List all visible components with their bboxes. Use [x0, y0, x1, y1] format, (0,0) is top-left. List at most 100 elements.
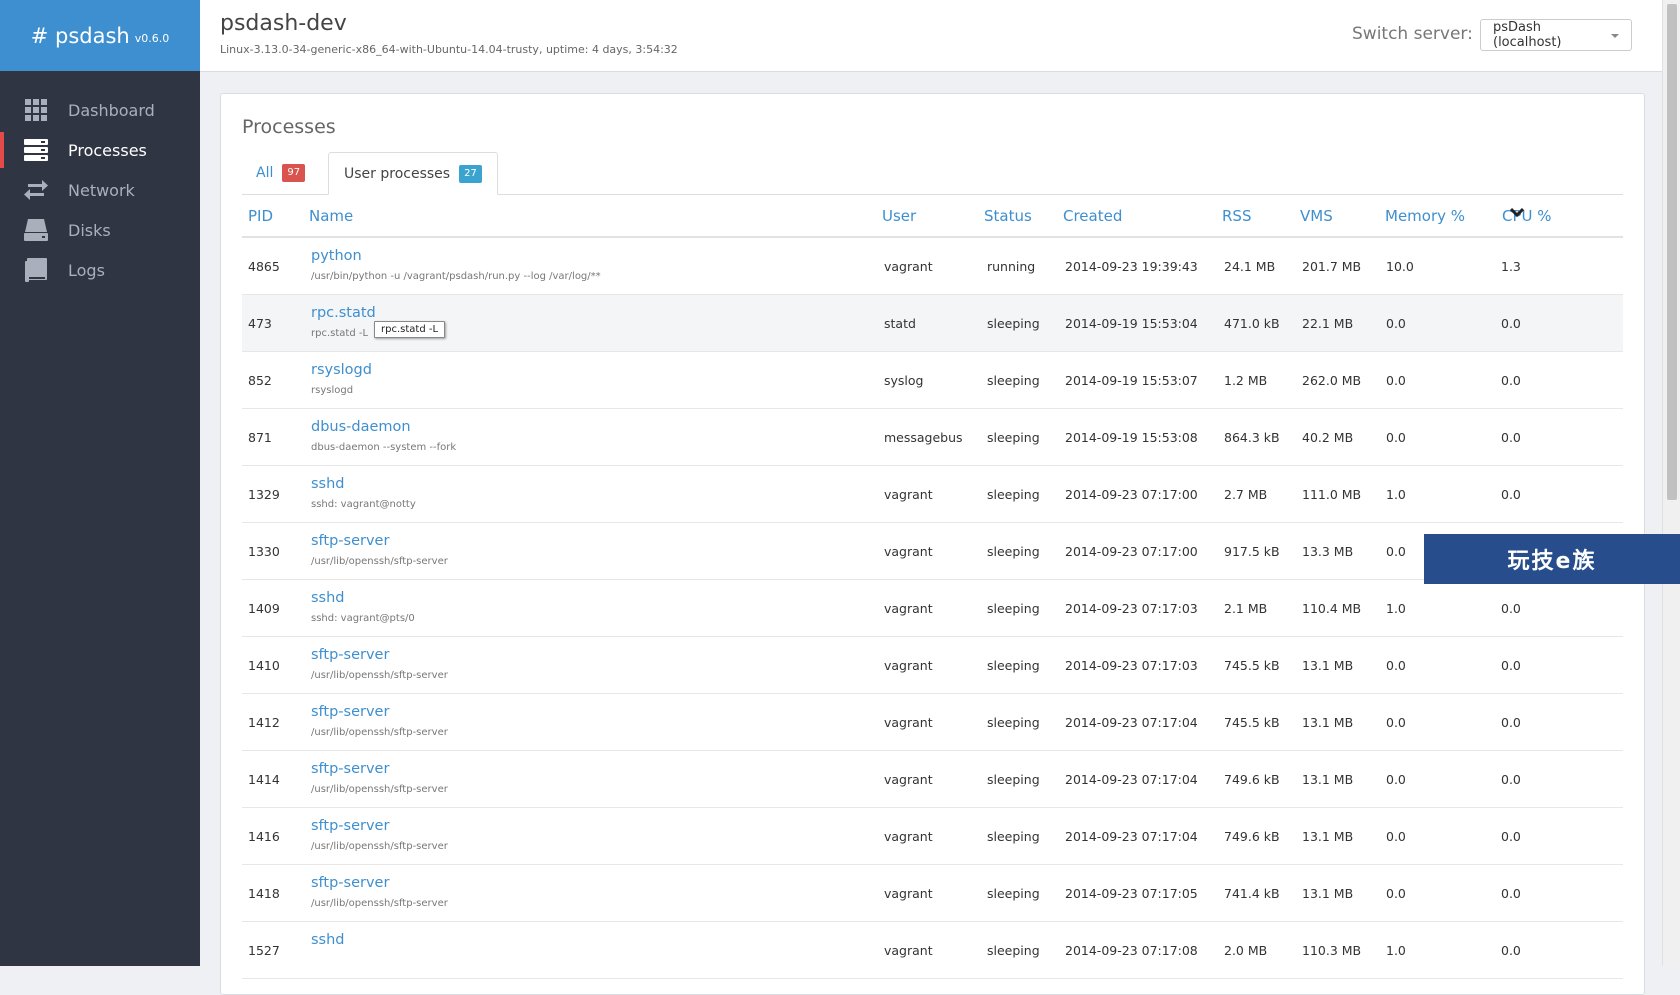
table-row: 1416 sftp-server/usr/lib/openssh/sftp-ser…: [242, 808, 1623, 865]
memory-cell: 1.0: [1386, 601, 1406, 616]
table-row: 1410 sftp-server/usr/lib/openssh/sftp-ser…: [242, 637, 1623, 694]
process-name-link[interactable]: sftp-server: [311, 875, 389, 891]
process-table: PID Name User Status Created RSS VMS Mem…: [242, 194, 1623, 979]
process-name-link[interactable]: dbus-daemon: [311, 419, 411, 435]
rss-cell: 864.3 kB: [1224, 430, 1280, 445]
created-cell: 2014-09-23 07:17:05: [1065, 886, 1198, 901]
column-header-created[interactable]: Created: [1063, 207, 1122, 225]
status-cell: sleeping: [987, 544, 1040, 559]
tab-label: All: [256, 165, 274, 181]
table-row: 871 dbus-daemon dbus-daemon --system --for…: [242, 409, 1623, 466]
vms-cell: 13.1 MB: [1302, 772, 1354, 787]
rss-cell: 1.2 MB: [1224, 373, 1268, 388]
rss-cell: 741.4 kB: [1224, 886, 1280, 901]
user-cell: vagrant: [884, 259, 933, 274]
table-row: 1330 sftp-server/usr/lib/openssh/sftp-ser…: [242, 523, 1623, 580]
process-cmdline: /usr/lib/openssh/sftp-server: [311, 841, 448, 852]
sidebar-item-processes[interactable]: Processes: [0, 130, 200, 170]
process-name-link[interactable]: sshd: [311, 476, 345, 492]
page-scrollbar[interactable]: [1662, 0, 1680, 966]
table-row: 1409 sshd sshd: vagrant@pts/0 vagrant sleepi…: [242, 580, 1623, 637]
sidebar-item-label: Network: [68, 180, 135, 200]
memory-cell: 0.0: [1386, 886, 1406, 901]
process-cmdline: rpc.statd -L: [311, 328, 369, 339]
memory-cell: 0.0: [1386, 544, 1406, 559]
tab-all[interactable]: All 97: [242, 152, 319, 194]
sidebar-nav: Dashboard Processes Network Disks Logs: [0, 71, 200, 290]
table-row: 1412 sftp-server/usr/lib/openssh/sftp-ser…: [242, 694, 1623, 751]
system-info: Linux-3.13.0-34-generic-x86_64-with-Ubun…: [220, 43, 678, 56]
scrollbar-thumb[interactable]: [1667, 4, 1677, 500]
exchange-arrows-icon: [24, 179, 48, 201]
rss-cell: 745.5 kB: [1224, 715, 1280, 730]
process-name-link[interactable]: sshd: [311, 590, 345, 606]
vms-cell: 13.1 MB: [1302, 658, 1354, 673]
vms-cell: 22.1 MB: [1302, 316, 1354, 331]
process-cmdline: sshd: vagrant@pts/0: [311, 613, 415, 624]
column-header-rss[interactable]: RSS: [1222, 207, 1251, 225]
host-title: psdash-dev: [220, 11, 347, 36]
panel-title: Processes: [242, 116, 336, 138]
sidebar-item-network[interactable]: Network: [0, 170, 200, 210]
process-cmdline: rsyslogd: [311, 385, 354, 396]
process-name-link[interactable]: sftp-server: [311, 704, 389, 720]
sort-desc-icon[interactable]: [1509, 204, 1525, 222]
status-cell: running: [987, 259, 1036, 274]
vms-cell: 110.4 MB: [1302, 601, 1362, 616]
created-cell: 2014-09-23 07:17:03: [1065, 658, 1198, 673]
cpu-cell: 0.0: [1501, 487, 1521, 502]
memory-cell: 0.0: [1386, 772, 1406, 787]
server-select[interactable]: psDash (localhost): [1480, 19, 1632, 51]
memory-cell: 0.0: [1386, 715, 1406, 730]
process-name-link[interactable]: sftp-server: [311, 533, 389, 549]
process-name-link[interactable]: sftp-server: [311, 818, 389, 834]
table-header: PID Name User Status Created RSS VMS Mem…: [242, 194, 1623, 238]
process-name-link[interactable]: sftp-server: [311, 647, 389, 663]
sidebar-item-disks[interactable]: Disks: [0, 210, 200, 250]
column-header-pid[interactable]: PID: [248, 207, 273, 225]
column-header-memory[interactable]: Memory %: [1385, 207, 1465, 225]
process-name-link[interactable]: sftp-server: [311, 761, 389, 777]
pid-cell: 1414: [248, 772, 280, 787]
hard-drive-icon: [24, 219, 48, 241]
watermark-logo: 玩技e族: [1424, 534, 1680, 584]
process-cmdline: /usr/bin/python -u /vagrant/psdash/run.p…: [311, 271, 601, 282]
tab-user-processes[interactable]: User processes 27: [328, 152, 498, 195]
user-cell: vagrant: [884, 772, 933, 787]
user-cell: messagebus: [884, 430, 963, 445]
column-header-vms[interactable]: VMS: [1300, 207, 1333, 225]
pid-cell: 473: [248, 316, 272, 331]
cpu-cell: 0.0: [1501, 601, 1521, 616]
column-header-user[interactable]: User: [882, 207, 916, 225]
count-badge: 27: [459, 164, 482, 183]
pid-cell: 1330: [248, 544, 280, 559]
process-name-link[interactable]: rsyslogd: [311, 362, 372, 378]
pid-cell: 1412: [248, 715, 280, 730]
status-cell: sleeping: [987, 886, 1040, 901]
sidebar-item-dashboard[interactable]: Dashboard: [0, 90, 200, 130]
rss-cell: 2.1 MB: [1224, 601, 1268, 616]
process-name-link[interactable]: sshd: [311, 932, 345, 948]
status-cell: sleeping: [987, 829, 1040, 844]
sidebar-item-logs[interactable]: Logs: [0, 250, 200, 290]
cpu-cell: 0.0: [1501, 772, 1521, 787]
status-cell: sleeping: [987, 658, 1040, 673]
process-name-link[interactable]: python: [311, 248, 362, 264]
brand-logo[interactable]: # psdash v0.6.0: [0, 0, 200, 71]
rss-cell: 2.0 MB: [1224, 943, 1268, 958]
brand-version: v0.6.0: [134, 31, 170, 45]
switch-server-label: Switch server:: [1352, 24, 1473, 44]
process-name-link[interactable]: rpc.statd: [311, 305, 376, 321]
status-cell: sleeping: [987, 487, 1040, 502]
sidebar-item-label: Processes: [68, 140, 147, 160]
rss-cell: 24.1 MB: [1224, 259, 1276, 274]
created-cell: 2014-09-23 07:17:00: [1065, 544, 1198, 559]
status-cell: sleeping: [987, 943, 1040, 958]
memory-cell: 0.0: [1386, 829, 1406, 844]
table-row: 4865 python/usr/bin/python -u /vagrant/ps…: [242, 238, 1623, 295]
column-header-name[interactable]: Name: [309, 207, 353, 225]
cpu-cell: 1.3: [1501, 259, 1521, 274]
vms-cell: 111.0 MB: [1302, 487, 1362, 502]
cpu-cell: 0.0: [1501, 829, 1521, 844]
column-header-status[interactable]: Status: [984, 207, 1032, 225]
